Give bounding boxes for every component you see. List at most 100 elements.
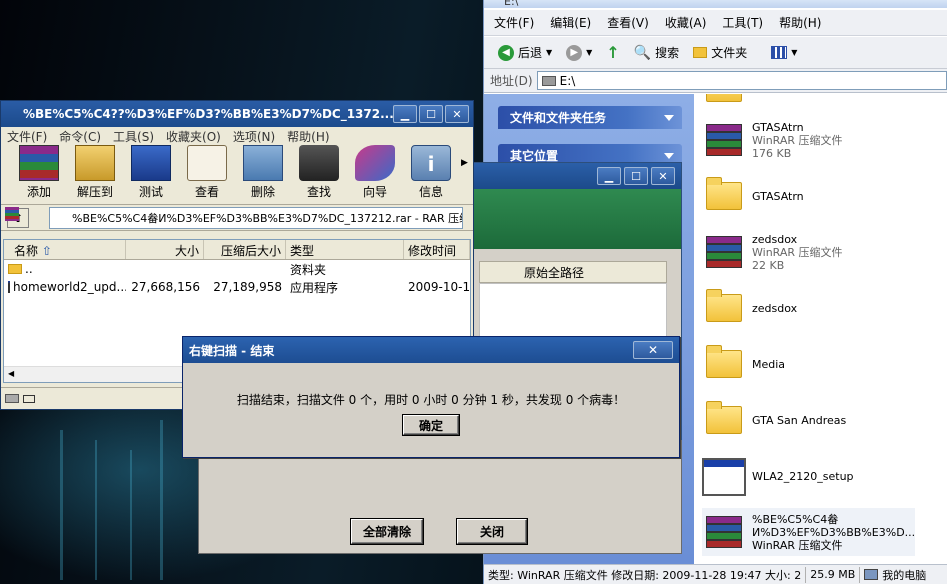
- up-folder-button[interactable]: ↑: [602, 41, 623, 64]
- minimize-button[interactable]: ▁: [597, 167, 621, 185]
- menu-tools[interactable]: 工具(S): [113, 128, 154, 145]
- dialog-titlebar[interactable]: 右键扫描 - 结束 ✕: [183, 337, 679, 363]
- menu-file[interactable]: 文件(F): [7, 128, 47, 145]
- menu-help[interactable]: 帮助(H): [779, 14, 821, 31]
- rar-icon: [702, 230, 746, 274]
- close-button[interactable]: ✕: [445, 105, 469, 123]
- folders-button[interactable]: 文件夹: [689, 42, 751, 63]
- drive-icon: [541, 75, 556, 86]
- key-icon: [23, 394, 35, 403]
- search-button[interactable]: 🔍 搜索: [630, 42, 683, 63]
- close-label: 关闭: [479, 525, 504, 539]
- find-icon: [299, 145, 339, 181]
- file-type: WinRAR 压缩文件: [752, 538, 843, 552]
- folder-icon: [702, 286, 746, 330]
- task-panel-file-folder[interactable]: 文件和文件夹任务: [498, 106, 682, 129]
- file-name: GTASAtrn: [752, 120, 804, 134]
- folder-icon: [702, 174, 746, 218]
- delete-button[interactable]: 删除: [237, 145, 289, 204]
- test-button[interactable]: 测试: [125, 145, 177, 204]
- menu-help[interactable]: 帮助(H): [287, 128, 329, 145]
- scan-results-list[interactable]: [479, 283, 667, 343]
- background-streak: [95, 440, 97, 580]
- back-label: 后退: [518, 46, 543, 60]
- file-name-cont: И%D3%EF%D3%BB%E3%D...: [752, 525, 916, 539]
- file-item[interactable]: WLA2_2120_setup: [702, 452, 854, 500]
- chevron-down-icon[interactable]: ▼: [586, 48, 592, 57]
- menu-view[interactable]: 查看(V): [607, 14, 649, 31]
- file-name: zedsdox: [752, 301, 798, 315]
- close-button[interactable]: 关闭: [456, 518, 528, 545]
- menu-favorites[interactable]: 收藏(A): [665, 14, 707, 31]
- table-row[interactable]: .. 资料夹: [4, 260, 470, 278]
- archive-path-field[interactable]: %BE%C5%C4畚И%D3%EF%D3%BB%E3%D7%DC_137212.…: [49, 206, 463, 229]
- clear-all-label: 全部清除: [362, 525, 411, 539]
- column-size[interactable]: 大小: [126, 240, 204, 259]
- file-type: WinRAR 压缩文件: [752, 245, 843, 259]
- address-bar: 地址(D) E:\: [484, 69, 947, 93]
- close-button[interactable]: ✕: [651, 167, 675, 185]
- forward-button[interactable]: ▶ ▼: [562, 43, 596, 63]
- rar-icon: [702, 510, 746, 554]
- table-row[interactable]: homeworld2_upd... 27,668,156 27,189,958 …: [4, 278, 470, 296]
- column-modified[interactable]: 修改时间: [404, 240, 470, 259]
- file-item[interactable]: [702, 94, 752, 112]
- file-item[interactable]: %BE%C5%C4畚 И%D3%EF%D3%BB%E3%D... WinRAR …: [702, 508, 916, 556]
- views-button[interactable]: ▼: [767, 44, 801, 61]
- column-name[interactable]: 名称 ⇧: [4, 240, 126, 259]
- archive-list-header: 名称 ⇧ 大小 压缩后大小 类型 修改时间: [4, 240, 470, 260]
- file-item[interactable]: zedsdox: [702, 284, 797, 332]
- file-name: Media: [752, 357, 786, 371]
- view-button[interactable]: 查看: [181, 145, 233, 204]
- dialog-close-button[interactable]: ✕: [633, 341, 673, 359]
- scan-banner: [473, 189, 681, 249]
- file-item[interactable]: Media: [702, 340, 785, 388]
- file-name: GTA San Andreas: [752, 413, 847, 427]
- file-item[interactable]: GTASAtrn WinRAR 压缩文件 176 KB: [702, 116, 843, 164]
- menu-edit[interactable]: 编辑(E): [550, 14, 591, 31]
- scroll-left-icon[interactable]: ◀: [8, 369, 14, 378]
- background-streak: [130, 450, 132, 580]
- add-button[interactable]: 添加: [13, 145, 65, 204]
- wizard-button[interactable]: 向导: [349, 145, 401, 204]
- column-label: 类型: [290, 244, 315, 258]
- column-packed-size[interactable]: 压缩后大小: [204, 240, 286, 259]
- explorer-menubar: 文件(F) 编辑(E) 查看(V) 收藏(A) 工具(T) 帮助(H): [484, 10, 947, 36]
- column-label: 名称: [14, 244, 39, 258]
- menu-options[interactable]: 选项(N): [233, 128, 275, 145]
- toolbar-more-arrow-icon[interactable]: ▶: [461, 158, 468, 168]
- close-icon: ✕: [647, 343, 659, 357]
- maximize-button[interactable]: ☐: [419, 105, 443, 123]
- ok-button[interactable]: 确定: [402, 414, 460, 436]
- minimize-button[interactable]: ▁: [393, 105, 417, 123]
- forward-arrow-icon: ▶: [566, 44, 583, 61]
- extract-label: 解压到: [76, 185, 113, 199]
- file-item[interactable]: GTASAtrn: [702, 172, 804, 220]
- file-size: 176 KB: [752, 146, 792, 160]
- menu-file[interactable]: 文件(F): [494, 14, 534, 31]
- find-button[interactable]: 查找: [293, 145, 345, 204]
- explorer-titlebar[interactable]: E:\: [484, 0, 947, 8]
- clear-all-button[interactable]: 全部清除: [350, 518, 424, 545]
- info-button[interactable]: i 信息: [405, 145, 457, 204]
- drive-icon: [5, 394, 19, 403]
- menu-commands[interactable]: 命令(C): [59, 128, 101, 145]
- scan-results-titlebar[interactable]: ▁ ☐ ✕: [473, 163, 681, 189]
- column-header-original-path[interactable]: 原始全路径: [479, 261, 667, 283]
- chevron-down-icon: ▼: [791, 48, 798, 57]
- back-button[interactable]: ◀ 后退 ▼: [494, 42, 556, 63]
- file-item[interactable]: zedsdox WinRAR 压缩文件 22 KB: [702, 228, 843, 276]
- menu-tools[interactable]: 工具(T): [722, 14, 763, 31]
- address-field[interactable]: E:\: [536, 71, 947, 90]
- winrar-titlebar[interactable]: %BE%C5%C4??%D3%EF%D3?%BB%E3%D7%DC_1372..…: [1, 101, 473, 221]
- minimize-icon: ▁: [604, 169, 614, 183]
- status-size: 25.9 MB: [810, 568, 856, 581]
- file-item[interactable]: GTA San Andreas: [702, 396, 846, 444]
- computer-icon: [864, 569, 879, 580]
- column-type[interactable]: 类型: [286, 240, 404, 259]
- chevron-down-icon[interactable]: ▼: [546, 48, 552, 57]
- menu-favorites[interactable]: 收藏夹(O): [166, 128, 221, 145]
- status-location: 我的电脑: [882, 568, 927, 582]
- maximize-button[interactable]: ☐: [624, 167, 648, 185]
- extract-to-button[interactable]: 解压到: [69, 145, 121, 204]
